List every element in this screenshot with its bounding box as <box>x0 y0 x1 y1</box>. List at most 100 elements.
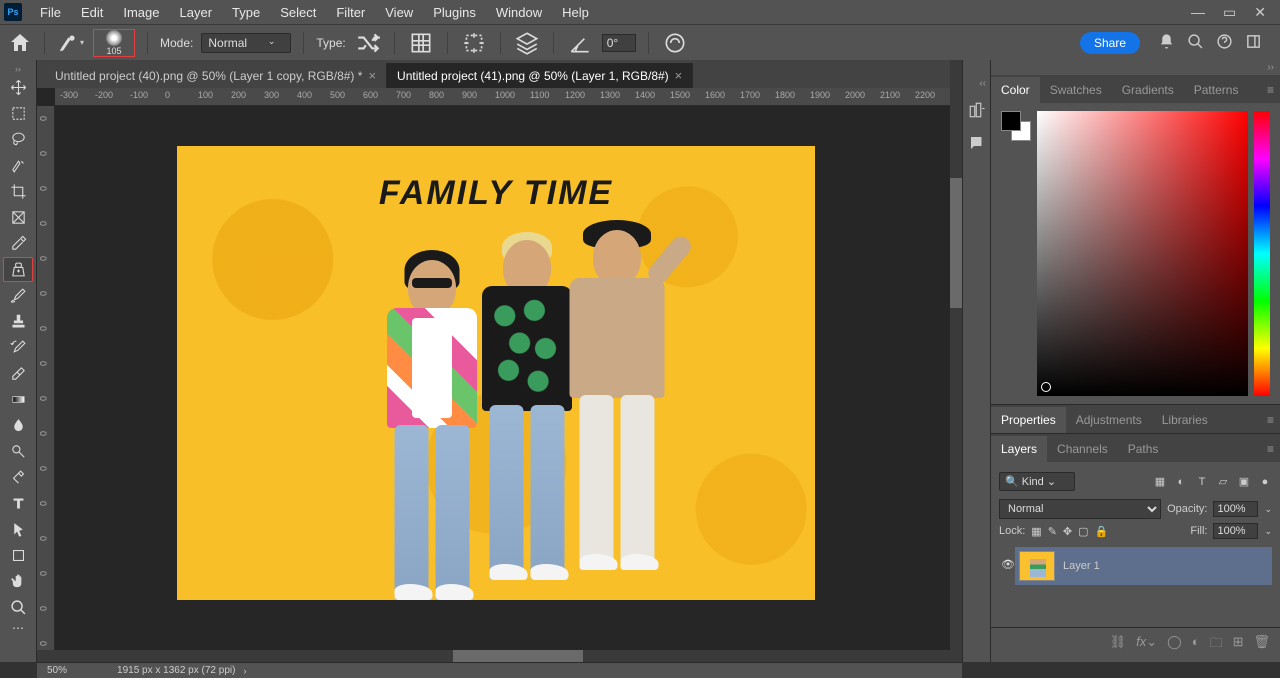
move-tool[interactable] <box>3 75 33 100</box>
link-layers-icon[interactable]: ⛓ <box>1110 634 1127 656</box>
layer-mask-icon[interactable]: ◯ <box>1167 634 1182 656</box>
foreground-background-swatch[interactable] <box>1001 111 1031 141</box>
lock-paint-icon[interactable]: ✎ <box>1048 525 1057 538</box>
search-icon[interactable] <box>1187 33 1204 53</box>
toolbar-expand[interactable]: ›› <box>0 64 36 74</box>
delete-layer-icon[interactable]: 🗑 <box>1253 634 1270 656</box>
crop-tool[interactable] <box>3 179 33 204</box>
filter-toggle-icon[interactable]: ● <box>1258 475 1272 489</box>
lock-artboard-icon[interactable]: ▢ <box>1078 525 1088 538</box>
lock-transparency-icon[interactable]: ▦ <box>1031 525 1041 538</box>
brush-preset-picker[interactable]: 105 <box>93 29 135 57</box>
stamp-tool[interactable] <box>3 309 33 334</box>
menu-image[interactable]: Image <box>113 2 169 23</box>
filter-smart-icon[interactable]: ▣ <box>1237 475 1251 489</box>
dodge-tool[interactable] <box>3 439 33 464</box>
layer-fx-icon[interactable]: fx⌄ <box>1136 634 1157 656</box>
document-tab-1[interactable]: Untitled project (41).png @ 50% (Layer 1… <box>387 63 693 88</box>
lock-all-icon[interactable]: 🔒 <box>1095 525 1109 538</box>
layers-tab[interactable]: Layers <box>991 436 1047 462</box>
window-minimize[interactable]: — <box>1191 4 1205 21</box>
close-tab-icon[interactable]: × <box>675 68 683 83</box>
layers-panel-menu[interactable]: ≡ <box>1261 436 1280 462</box>
color-tab[interactable]: Color <box>991 77 1040 103</box>
lasso-tool[interactable] <box>3 127 33 152</box>
canvas-artboard[interactable]: FAMILY TIME <box>177 146 815 600</box>
props-panel-menu[interactable]: ≡ <box>1261 407 1280 433</box>
zoom-level[interactable]: 50% <box>47 665 67 676</box>
layer-visibility-toggle[interactable]: 👁 <box>999 554 1015 575</box>
blend-mode-select[interactable]: Normal ⌄ <box>201 33 291 53</box>
menu-plugins[interactable]: Plugins <box>423 2 486 23</box>
layer-item[interactable]: Layer 1 <box>1015 547 1272 585</box>
libraries-tab[interactable]: Libraries <box>1152 407 1218 433</box>
more-tools[interactable]: ⋯ <box>3 621 33 635</box>
close-tab-icon[interactable]: × <box>368 68 376 83</box>
angle-input[interactable] <box>602 34 636 52</box>
layer-blend-mode[interactable]: Normal <box>999 499 1161 519</box>
gradients-tab[interactable]: Gradients <box>1112 77 1184 103</box>
panel-collapse-toggle[interactable]: ‹‹ <box>979 78 990 89</box>
right-panels-toggle[interactable]: ›› <box>991 60 1280 75</box>
swatches-tab[interactable]: Swatches <box>1040 77 1112 103</box>
eyedropper-tool[interactable] <box>3 231 33 256</box>
document-tab-0[interactable]: Untitled project (40).png @ 50% (Layer 1… <box>45 63 387 88</box>
channels-tab[interactable]: Channels <box>1047 436 1118 462</box>
horizontal-scrollbar[interactable] <box>37 650 962 662</box>
filter-adjust-icon[interactable]: ◐ <box>1174 475 1188 489</box>
menu-file[interactable]: File <box>30 2 71 23</box>
menu-window[interactable]: Window <box>486 2 552 23</box>
layer-thumbnail[interactable] <box>1019 551 1055 581</box>
adjustments-tab[interactable]: Adjustments <box>1066 407 1152 433</box>
pressure-icon[interactable] <box>661 31 689 55</box>
menu-select[interactable]: Select <box>270 2 326 23</box>
window-maximize[interactable]: ▭ <box>1223 4 1236 21</box>
frame-tool[interactable] <box>3 205 33 230</box>
filter-type-icon[interactable]: T <box>1195 475 1209 489</box>
window-close[interactable]: ✕ <box>1254 4 1266 21</box>
layer-name[interactable]: Layer 1 <box>1063 560 1100 572</box>
menu-help[interactable]: Help <box>552 2 599 23</box>
color-panel-menu[interactable]: ≡ <box>1261 77 1280 103</box>
selection-tool[interactable] <box>3 153 33 178</box>
healing-brush-tool[interactable] <box>3 257 33 282</box>
menu-filter[interactable]: Filter <box>326 2 375 23</box>
document-info[interactable]: 1915 px x 1362 px (72 ppi) <box>117 665 235 676</box>
tool-preset-picker[interactable]: ▾ <box>57 31 85 55</box>
gradient-tool[interactable] <box>3 387 33 412</box>
notifications-icon[interactable] <box>1158 33 1175 53</box>
adjustment-layer-icon[interactable]: ◐ <box>1192 634 1200 656</box>
layer-filter-kind[interactable]: 🔍 Kind ⌄ <box>999 472 1075 491</box>
shape-tool[interactable] <box>3 543 33 568</box>
menu-type[interactable]: Type <box>222 2 270 23</box>
type-tool[interactable] <box>3 491 33 516</box>
fill-input[interactable] <box>1213 523 1258 539</box>
panel-icon-2[interactable] <box>968 134 986 155</box>
hue-slider[interactable] <box>1254 111 1270 396</box>
blur-tool[interactable] <box>3 413 33 438</box>
shuffle-icon[interactable] <box>354 31 382 55</box>
menu-view[interactable]: View <box>375 2 423 23</box>
doc-info-chevron[interactable]: › <box>243 666 246 676</box>
path-tool[interactable] <box>3 517 33 542</box>
marquee-tool[interactable] <box>3 101 33 126</box>
zoom-tool[interactable] <box>3 595 33 620</box>
pen-tool[interactable] <box>3 465 33 490</box>
workspace-icon[interactable] <box>1245 33 1262 53</box>
opacity-input[interactable] <box>1213 501 1258 517</box>
layer-group-icon[interactable]: 🗀 <box>1210 634 1223 656</box>
crosshair-icon[interactable] <box>460 31 488 55</box>
menu-edit[interactable]: Edit <box>71 2 113 23</box>
grid-icon[interactable] <box>407 31 435 55</box>
home-icon[interactable] <box>8 31 32 55</box>
new-layer-icon[interactable]: ⊞ <box>1233 634 1244 656</box>
paths-tab[interactable]: Paths <box>1118 436 1169 462</box>
panel-icon-1[interactable] <box>968 101 986 122</box>
lock-position-icon[interactable]: ✥ <box>1063 525 1072 538</box>
patterns-tab[interactable]: Patterns <box>1184 77 1249 103</box>
vertical-scrollbar[interactable] <box>950 60 962 650</box>
filter-shape-icon[interactable]: ▱ <box>1216 475 1230 489</box>
menu-layer[interactable]: Layer <box>170 2 223 23</box>
layers-icon[interactable] <box>513 31 541 55</box>
help-icon[interactable] <box>1216 33 1233 53</box>
